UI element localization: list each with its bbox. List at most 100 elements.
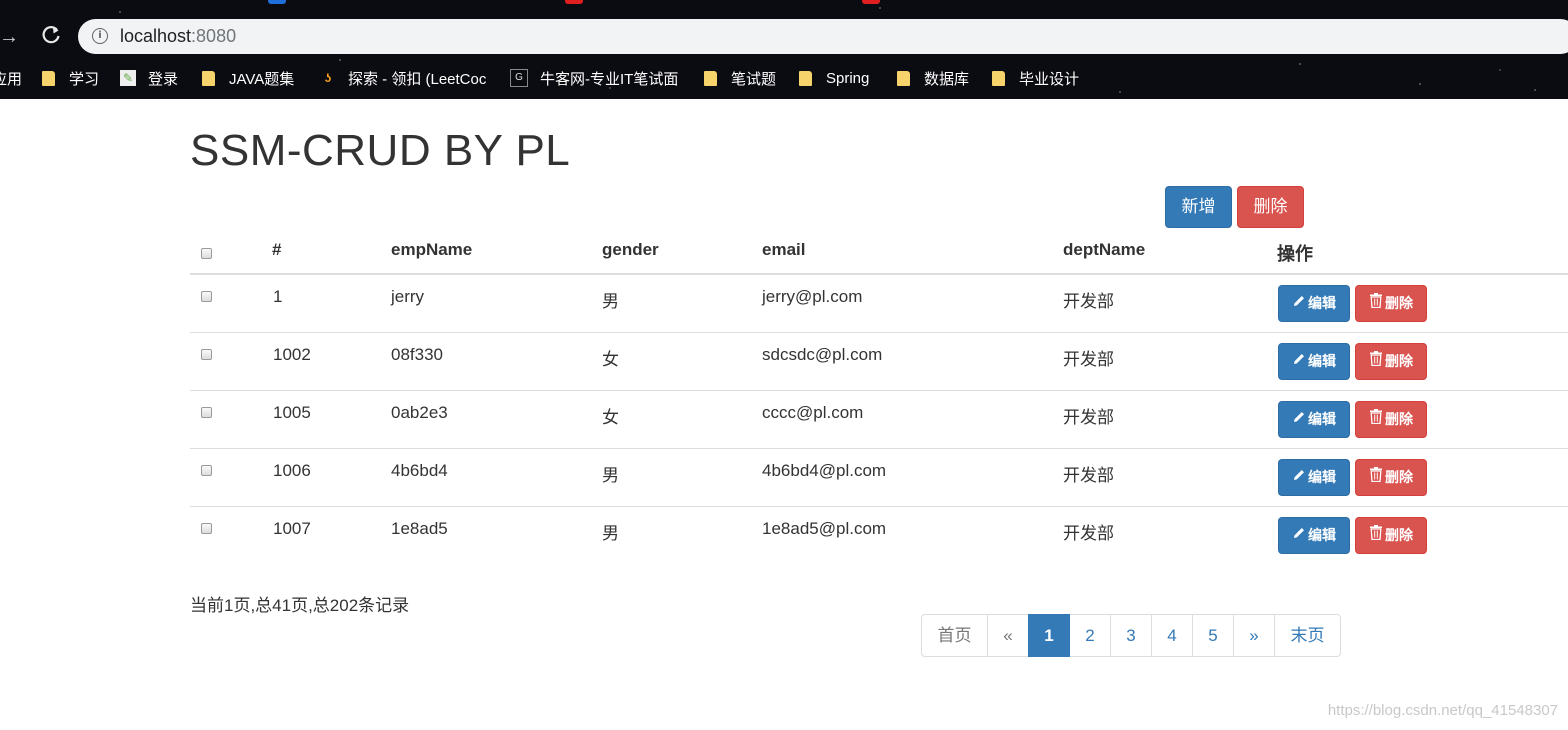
forward-icon[interactable]: → <box>0 24 22 50</box>
delete-row-button[interactable]: 删除 <box>1355 401 1427 438</box>
url-port: :8080 <box>191 26 237 46</box>
row-divider <box>190 390 1568 391</box>
row-divider <box>190 506 1568 507</box>
pagination-page-2[interactable]: 2 <box>1069 614 1111 657</box>
tab-favicon[interactable] <box>268 0 286 4</box>
pagination-first[interactable]: 首页 <box>921 614 988 657</box>
select-all-checkbox[interactable] <box>201 248 212 259</box>
column-header-gender: gender <box>602 240 659 259</box>
pagination-prev[interactable]: « <box>987 614 1029 657</box>
bookmark-leetcode[interactable]: ʖ 探索 - 领扣 (LeetCoc <box>320 67 488 89</box>
browser-chrome: → i localhost:8080 应用 学习 ✎ 登录 JAVA题集 ʖ 探索 … <box>0 0 1568 99</box>
bookmark-exam[interactable]: 笔试题 <box>704 67 776 89</box>
tab-favicon[interactable] <box>565 0 583 4</box>
bookmarks-bar: 应用 学习 ✎ 登录 JAVA题集 ʖ 探索 - 领扣 (LeetCoc G 牛客网-… <box>0 64 1568 92</box>
pencil-icon <box>1292 344 1306 379</box>
delete-row-button[interactable]: 删除 <box>1355 459 1427 496</box>
pencil-icon <box>1292 518 1306 553</box>
url-text[interactable]: localhost:8080 <box>120 26 236 47</box>
tab-favicon[interactable] <box>862 0 880 4</box>
cell-email: jerry@pl.com <box>762 287 863 306</box>
bookmark-database[interactable]: 数据库 <box>897 67 969 89</box>
bookmark-login[interactable]: ✎ 登录 <box>120 67 178 89</box>
url-host: localhost <box>120 26 192 46</box>
reload-icon[interactable] <box>38 24 64 50</box>
row-divider <box>190 448 1568 449</box>
page-title: SSM-CRUD BY PL <box>190 126 571 175</box>
bookmark-apps[interactable]: 应用 <box>0 67 22 89</box>
pagination-page-5[interactable]: 5 <box>1192 614 1234 657</box>
folder-icon <box>992 70 1005 86</box>
bookmark-spring[interactable]: Spring <box>799 67 869 89</box>
trash-icon <box>1369 402 1383 437</box>
cell-deptname: 开发部 <box>1063 292 1114 311</box>
bookmark-label: 笔试题 <box>731 70 777 88</box>
cell-id: 1006 <box>273 461 311 480</box>
bookmark-label: 数据库 <box>924 70 970 88</box>
delete-row-button[interactable]: 删除 <box>1355 343 1427 380</box>
trash-icon <box>1369 518 1383 553</box>
row-checkbox[interactable] <box>201 523 212 534</box>
cell-email: cccc@pl.com <box>762 403 864 422</box>
folder-icon <box>42 70 55 86</box>
cell-empname: 1e8ad5 <box>391 519 448 538</box>
row-checkbox[interactable] <box>201 291 212 302</box>
bookmark-label: JAVA题集 <box>229 70 295 88</box>
add-employee-button[interactable]: 新增 <box>1165 186 1232 228</box>
trash-icon <box>1369 344 1383 379</box>
pagination-page-3[interactable]: 3 <box>1110 614 1152 657</box>
cell-email: 4b6bd4@pl.com <box>762 461 887 480</box>
delete-row-button[interactable]: 删除 <box>1355 285 1427 322</box>
folder-icon <box>704 70 717 86</box>
page-info: 当前1页,总41页,总202条记录 <box>190 596 410 615</box>
bookmark-java[interactable]: JAVA题集 <box>202 67 294 89</box>
row-checkbox[interactable] <box>201 465 212 476</box>
pencil-icon <box>1292 460 1306 495</box>
cell-empname: jerry <box>391 287 425 306</box>
cell-deptname: 开发部 <box>1063 524 1114 543</box>
cell-deptname: 开发部 <box>1063 408 1114 427</box>
address-bar[interactable]: i localhost:8080 <box>78 19 1568 54</box>
edit-button[interactable]: 编辑 <box>1278 517 1350 554</box>
bookmark-label: 学习 <box>69 70 100 88</box>
edit-button[interactable]: 编辑 <box>1278 459 1350 496</box>
cell-gender: 男 <box>602 292 619 311</box>
bookmark-study[interactable]: 学习 <box>42 67 99 89</box>
edit-button-label: 编辑 <box>1308 353 1336 369</box>
edit-button-label: 编辑 <box>1308 469 1336 485</box>
bookmark-nowcoder[interactable]: G 牛客网-专业IT笔试面 <box>510 67 682 89</box>
column-header-deptname: deptName <box>1063 240 1146 259</box>
row-divider <box>190 332 1568 333</box>
delete-button-label: 删除 <box>1385 295 1413 311</box>
cell-gender: 男 <box>602 524 619 543</box>
cell-id: 1002 <box>273 345 311 364</box>
pencil-icon <box>1292 402 1306 437</box>
column-header-empname: empName <box>391 240 473 259</box>
pagination-next[interactable]: » <box>1233 614 1275 657</box>
bookmark-graduation[interactable]: 毕业设计 <box>992 67 1079 89</box>
row-checkbox[interactable] <box>201 407 212 418</box>
delete-row-button[interactable]: 删除 <box>1355 517 1427 554</box>
edit-button[interactable]: 编辑 <box>1278 285 1350 322</box>
delete-selected-button[interactable]: 删除 <box>1237 186 1304 228</box>
edit-button[interactable]: 编辑 <box>1278 401 1350 438</box>
edit-button[interactable]: 编辑 <box>1278 343 1350 380</box>
pagination-last[interactable]: 末页 <box>1274 614 1341 657</box>
cell-deptname: 开发部 <box>1063 350 1114 369</box>
tab-strip <box>0 0 1568 10</box>
row-checkbox[interactable] <box>201 349 212 360</box>
folder-icon <box>897 70 910 86</box>
nowcoder-icon: G <box>510 69 528 87</box>
delete-button-label: 删除 <box>1385 411 1413 427</box>
info-icon[interactable]: i <box>92 28 108 44</box>
cell-empname: 0ab2e3 <box>391 403 448 422</box>
column-header-id: # <box>272 240 282 259</box>
pagination-page-4[interactable]: 4 <box>1151 614 1193 657</box>
cell-empname: 4b6bd4 <box>391 461 448 480</box>
pagination: 首页 « 1 2 3 4 5 » 末页 <box>921 614 1341 657</box>
folder-icon <box>799 70 812 86</box>
bookmark-label: 登录 <box>148 70 179 88</box>
edit-button-label: 编辑 <box>1308 411 1336 427</box>
pagination-page-1[interactable]: 1 <box>1028 614 1070 657</box>
folder-icon <box>202 70 215 86</box>
